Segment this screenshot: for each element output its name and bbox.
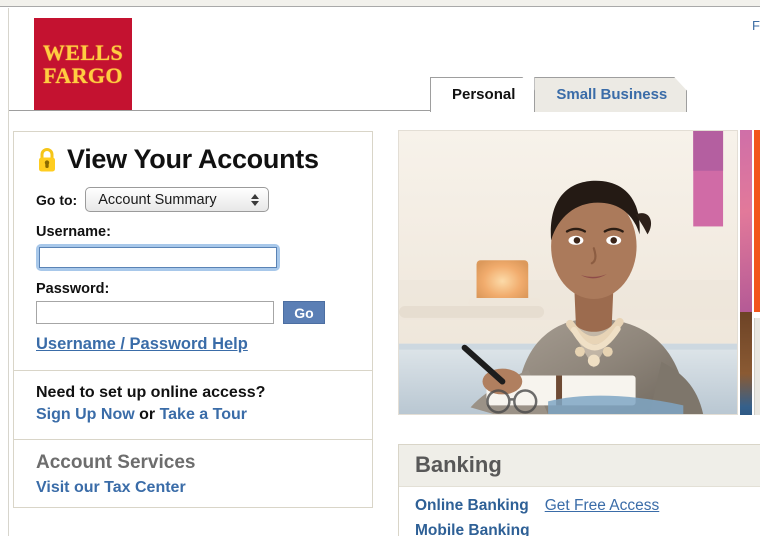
right-column: Banking Online Banking Get Free Access M…	[398, 130, 760, 536]
page-title: View Your Accounts	[67, 144, 319, 174]
take-a-tour-link[interactable]: Take a Tour	[160, 406, 247, 423]
sign-up-now-link[interactable]: Sign Up Now	[36, 406, 135, 423]
account-services-title: Account Services	[36, 452, 196, 473]
password-label: Password:	[36, 281, 110, 297]
username-label: Username:	[36, 224, 111, 240]
tab-small-business-label: Small Business	[556, 86, 668, 103]
online-banking-link[interactable]: Online Banking	[415, 497, 529, 515]
goto-row: Go to: Account Summary	[36, 187, 350, 212]
password-row: Go	[36, 301, 350, 324]
promo-sliver-bottom	[740, 312, 752, 415]
signup-question: Need to set up online access?	[36, 384, 266, 401]
goto-select[interactable]: Account Summary	[85, 187, 270, 212]
get-free-access-link[interactable]: Get Free Access	[545, 497, 660, 515]
header-divider	[9, 110, 452, 111]
login-panel: View Your Accounts Go to: Account Summar…	[13, 131, 373, 508]
promo-gray-accent	[754, 318, 760, 415]
banking-panel-body: Online Banking Get Free Access Mobile Ba…	[399, 487, 760, 536]
logo-line-wells: WELLS	[42, 40, 124, 66]
tab-personal-label: Personal	[452, 86, 516, 103]
signup-section: Need to set up online access? Sign Up No…	[14, 371, 372, 439]
account-services-section: Account Services Visit our Tax Center	[14, 440, 372, 507]
username-focus-ring	[36, 244, 280, 271]
go-button[interactable]: Go	[283, 301, 325, 324]
signup-conjunction: or	[139, 406, 156, 423]
browser-top-strip	[0, 0, 760, 7]
banking-panel: Banking Online Banking Get Free Access M…	[398, 444, 760, 536]
username-input[interactable]	[39, 247, 277, 268]
mobile-banking-link[interactable]: Mobile Banking	[415, 522, 530, 536]
banking-title: Banking	[415, 452, 502, 477]
login-form: View Your Accounts Go to: Account Summar…	[14, 132, 372, 370]
password-input[interactable]	[36, 301, 274, 324]
lock-icon	[39, 147, 55, 171]
adjacent-promo-sliver[interactable]	[740, 130, 760, 415]
tab-small-business[interactable]: Small Business	[534, 77, 687, 112]
tab-personal[interactable]: Personal	[430, 77, 535, 112]
banking-panel-header: Banking	[399, 445, 760, 487]
page-root: WELLS FARGO F Personal Small Business Vi…	[0, 0, 760, 536]
banking-row-online: Online Banking Get Free Access	[415, 497, 744, 515]
goto-label: Go to:	[36, 191, 78, 208]
promo-orange-accent	[754, 130, 760, 312]
hero-photo-illustration	[399, 131, 737, 414]
signup-links: Sign Up Now or Take a Tour	[36, 406, 350, 424]
username-password-help-link[interactable]: Username / Password Help	[36, 335, 248, 354]
primary-tabs: Personal Small Business	[430, 76, 686, 112]
chevron-updown-icon	[251, 193, 260, 206]
banking-row-mobile: Mobile Banking	[415, 522, 744, 536]
login-title-row: View Your Accounts	[36, 146, 350, 173]
logo-line-fargo: FARGO	[43, 62, 123, 88]
tax-center-link[interactable]: Visit our Tax Center	[36, 479, 186, 496]
utility-nav-link[interactable]: F	[752, 18, 760, 33]
wells-fargo-logo[interactable]: WELLS FARGO	[34, 18, 132, 111]
goto-select-value: Account Summary	[98, 191, 217, 208]
hero-image	[398, 130, 738, 415]
promo-sliver-top	[740, 130, 752, 312]
